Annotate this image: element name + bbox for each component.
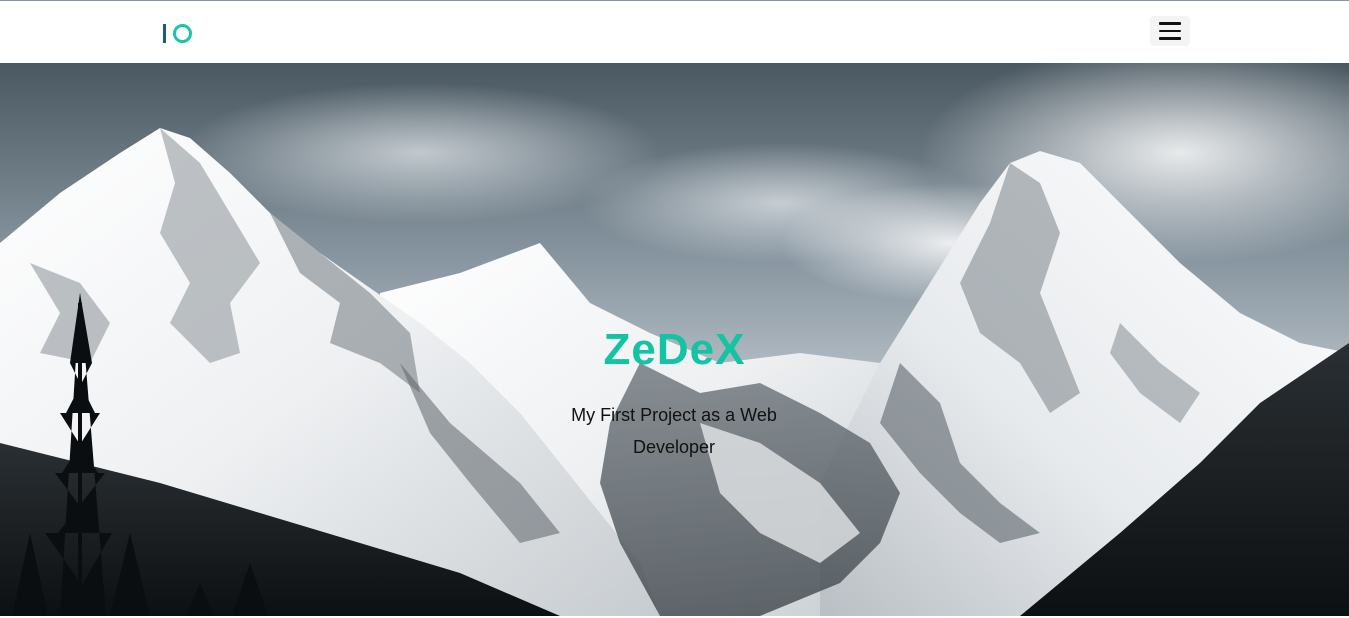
hamburger-menu-icon[interactable] [1150,16,1190,46]
navbar [0,1,1349,63]
logo-bar [163,23,166,43]
site-logo[interactable] [163,22,192,44]
hero-title: ZeDeX [603,325,746,374]
hamburger-line [1159,22,1181,25]
hamburger-line [1159,29,1181,33]
logo-ring [173,23,192,43]
hero-subtitle: My First Project as a Web Developer [571,405,777,457]
hero-section: ZeDeX My First Project as a Web Develope… [0,63,1349,616]
hamburger-line [1159,37,1181,40]
